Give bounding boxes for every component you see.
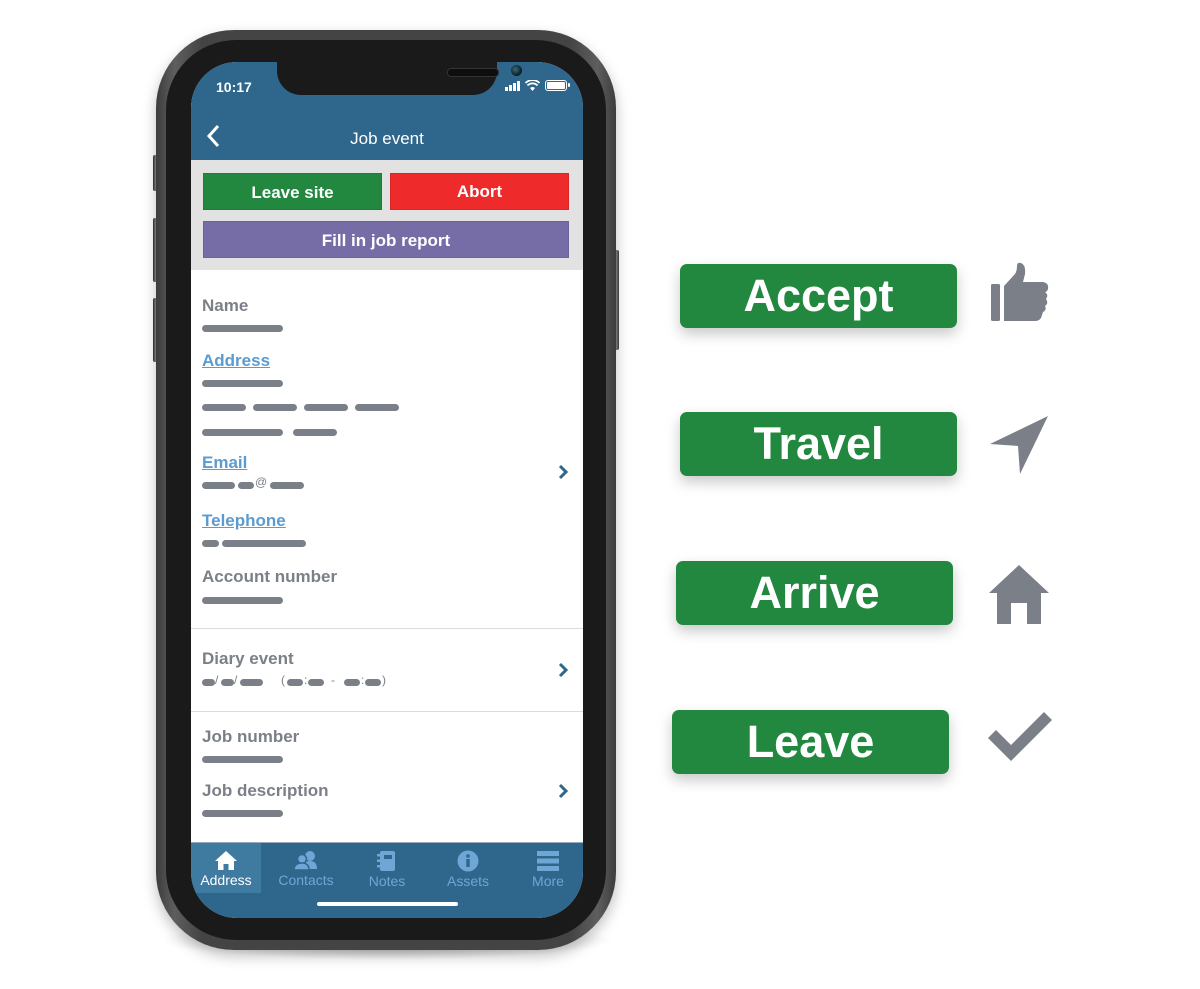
- diary-time-redacted: [344, 679, 360, 686]
- contacts-icon: [293, 851, 317, 871]
- address-line-redacted: [304, 404, 348, 411]
- tab-label: Contacts: [278, 872, 334, 888]
- tab-assets[interactable]: Assets: [433, 843, 503, 893]
- date-separator: /: [215, 673, 219, 687]
- diary-event-label: Diary event: [202, 649, 294, 668]
- tab-contacts[interactable]: Contacts: [271, 843, 341, 893]
- email-value-redacted: [202, 482, 235, 489]
- address-line-redacted: [355, 404, 399, 411]
- tab-more[interactable]: More: [513, 843, 583, 893]
- tab-label: Address: [200, 872, 252, 888]
- tab-label: Assets: [446, 873, 489, 889]
- diary-date-redacted: [202, 679, 215, 686]
- telephone-value-redacted: [222, 540, 306, 547]
- travel-status-button[interactable]: Travel: [680, 412, 957, 476]
- email-link[interactable]: Email: [202, 453, 247, 473]
- front-camera: [511, 65, 522, 76]
- fill-job-report-button[interactable]: Fill in job report: [203, 221, 569, 258]
- notebook-icon: [377, 851, 395, 871]
- arrive-status-button[interactable]: Arrive: [676, 561, 953, 625]
- checkmark-icon: [988, 712, 1052, 761]
- address-line-redacted: [202, 429, 283, 436]
- home-icon: [989, 565, 1049, 624]
- tab-label: More: [532, 873, 564, 889]
- home-indicator[interactable]: [317, 902, 458, 906]
- account-number-redacted: [202, 597, 283, 604]
- time-dash: -: [331, 673, 335, 687]
- leave-site-button[interactable]: Leave site: [203, 173, 382, 210]
- diary-date-redacted: [221, 679, 234, 686]
- battery-icon: [545, 80, 570, 91]
- section-divider: [191, 711, 583, 712]
- phone-screen: 10:17 Job event Leave site Abort Fill in…: [191, 62, 583, 918]
- job-description-chevron-right-icon[interactable]: [557, 783, 569, 799]
- date-separator: /: [234, 673, 238, 687]
- home-icon: [215, 851, 237, 870]
- wifi-icon: [525, 80, 540, 91]
- job-description-redacted: [202, 810, 283, 817]
- address-line-redacted: [253, 404, 297, 411]
- tab-notes[interactable]: Notes: [352, 843, 422, 893]
- tab-label: Notes: [368, 873, 406, 889]
- page-title: Job event: [350, 129, 424, 148]
- diary-chevron-right-icon[interactable]: [557, 662, 569, 678]
- name-label: Name: [202, 296, 249, 315]
- phone-notch: [277, 62, 522, 95]
- tab-address[interactable]: Address: [191, 843, 261, 893]
- diary-time-redacted: [308, 679, 324, 686]
- job-number-redacted: [202, 756, 283, 763]
- signal-icon: [505, 80, 520, 91]
- diary-time-redacted: [287, 679, 303, 686]
- action-panel: Leave site Abort Fill in job report: [191, 160, 583, 270]
- address-link[interactable]: Address: [202, 351, 270, 371]
- email-chevron-right-icon[interactable]: [557, 464, 569, 480]
- bottom-tab-bar: Address Contacts Notes Assets More: [191, 842, 583, 918]
- address-line-redacted: [202, 380, 283, 387]
- time-close-paren: ): [382, 673, 386, 687]
- job-description-label: Job description: [202, 781, 329, 800]
- accept-status-button[interactable]: Accept: [680, 264, 957, 328]
- leave-status-button[interactable]: Leave: [672, 710, 949, 774]
- abort-button[interactable]: Abort: [390, 173, 569, 210]
- time-colon: :: [304, 673, 308, 687]
- menu-icon: [537, 851, 559, 871]
- telephone-link[interactable]: Telephone: [202, 511, 286, 531]
- email-at-sign: @: [255, 475, 268, 489]
- address-line-redacted: [293, 429, 337, 436]
- email-value-redacted: [238, 482, 254, 489]
- speaker-grille: [447, 68, 499, 77]
- time-open-paren: (: [281, 673, 285, 687]
- name-value-redacted: [202, 325, 283, 332]
- account-number-label: Account number: [202, 567, 338, 586]
- telephone-value-redacted: [202, 540, 219, 547]
- status-time: 10:17: [216, 79, 252, 95]
- diary-date-redacted: [240, 679, 263, 686]
- diary-time-redacted: [365, 679, 381, 686]
- time-colon: :: [361, 673, 365, 687]
- thumbs-up-icon: [991, 262, 1049, 321]
- status-icons: [505, 80, 570, 91]
- info-icon: [457, 850, 479, 872]
- job-number-label: Job number: [202, 727, 300, 746]
- address-line-redacted: [202, 404, 246, 411]
- section-divider: [191, 628, 583, 629]
- navigation-arrow-icon: [990, 416, 1048, 474]
- app-header: 10:17 Job event: [191, 62, 583, 160]
- email-value-redacted: [270, 482, 304, 489]
